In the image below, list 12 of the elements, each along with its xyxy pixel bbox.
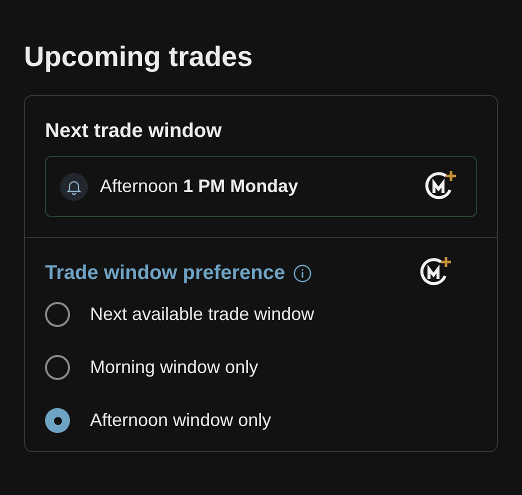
option-label: Next available trade window xyxy=(90,303,314,326)
option-label: Morning window only xyxy=(90,356,258,379)
radio-button[interactable] xyxy=(45,355,70,380)
section-title: Next trade window xyxy=(45,119,222,144)
info-icon xyxy=(293,264,312,283)
next-window-time: Afternoon 1 PM Monday xyxy=(100,175,298,198)
page-title: Upcoming trades xyxy=(24,40,253,74)
radio-button[interactable] xyxy=(45,302,70,327)
option-label: Afternoon window only xyxy=(90,409,272,432)
section-title: Trade window preference xyxy=(45,261,286,286)
radio-button[interactable] xyxy=(45,408,70,433)
bell-icon xyxy=(60,172,88,200)
